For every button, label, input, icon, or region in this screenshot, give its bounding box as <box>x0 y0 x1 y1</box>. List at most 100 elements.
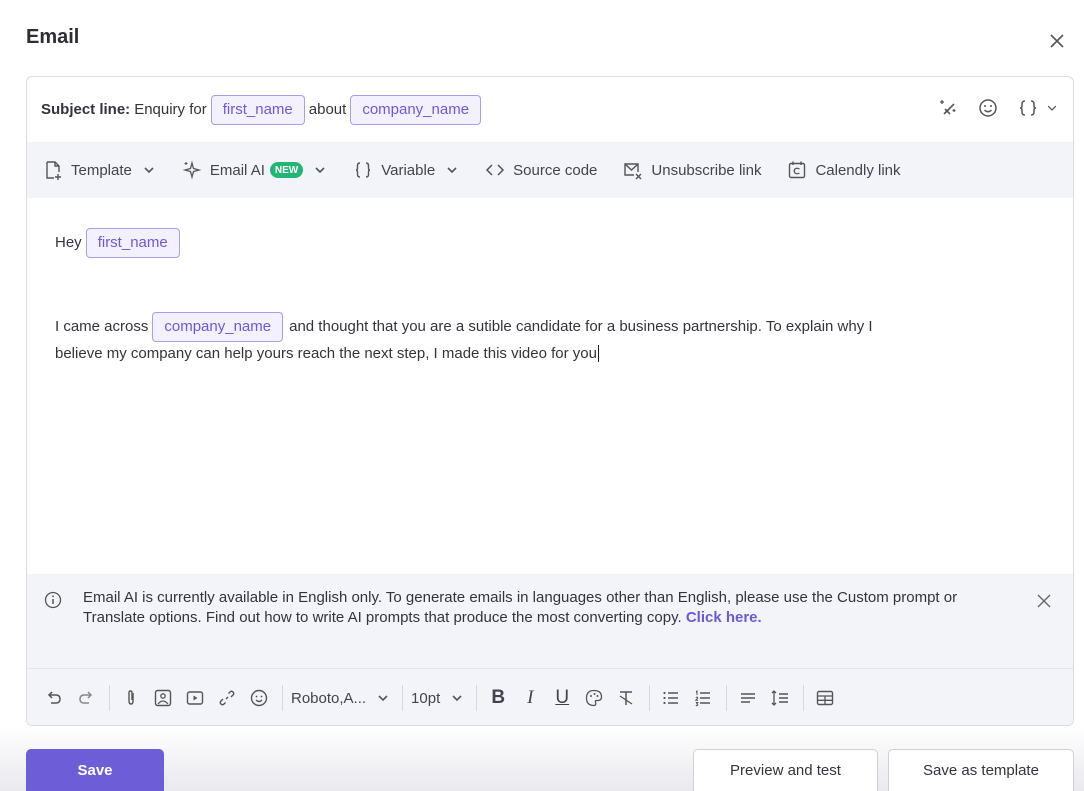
underline-button[interactable]: U <box>549 683 575 713</box>
link-icon <box>219 690 235 706</box>
italic-button[interactable]: I <box>517 683 543 713</box>
table-icon <box>817 690 834 706</box>
numbered-list-button[interactable] <box>690 683 716 713</box>
close-dialog-button[interactable] <box>1040 26 1074 56</box>
close-icon <box>1037 594 1051 608</box>
calendly-label: Calendly link <box>815 161 901 179</box>
toolbar-divider <box>109 685 110 711</box>
underline-label: U <box>555 687 570 708</box>
bold-button[interactable]: B <box>485 683 511 713</box>
save-as-template-button[interactable]: Save as template <box>888 749 1074 791</box>
align-left-icon <box>741 693 756 703</box>
banner-text: Email AI is currently available in Engli… <box>83 589 958 626</box>
subject-variable-company-name[interactable]: company_name <box>350 94 482 125</box>
insert-table-button[interactable] <box>812 683 838 713</box>
braces-icon <box>1019 100 1037 116</box>
greeting-line: Hey first_name <box>55 228 1045 258</box>
source-code-button[interactable]: Source code <box>485 160 597 180</box>
line1-text-before: I came across <box>55 318 149 335</box>
subject-text-before: Enquiry for <box>134 101 207 118</box>
chevron-down-icon <box>315 167 325 174</box>
calendly-link-button[interactable]: Calendly link <box>787 160 901 180</box>
clear-format-button[interactable] <box>613 683 639 713</box>
line-height-button[interactable] <box>767 683 793 713</box>
email-dialog: Email Subject line: Enquiry for first_na… <box>0 0 1084 791</box>
redo-icon <box>79 691 93 704</box>
video-icon <box>186 691 204 705</box>
align-button[interactable] <box>735 683 761 713</box>
image-icon <box>154 689 172 707</box>
bullet-list-button[interactable] <box>658 683 684 713</box>
email-ai-dropdown[interactable]: Email AI NEW <box>182 160 327 180</box>
emoji-icon <box>250 689 268 707</box>
sparkle-icon <box>182 160 202 180</box>
font-family-value: Roboto,A... <box>291 689 367 707</box>
chevron-down-icon <box>1047 105 1057 111</box>
close-icon <box>1050 34 1064 48</box>
paragraph-line-2: believe my company can help yours reach … <box>55 342 1045 366</box>
numbered-list-icon <box>694 690 711 707</box>
italic-label: I <box>527 687 534 708</box>
banner-close-button[interactable] <box>1033 590 1055 612</box>
subject-variable-button[interactable] <box>1017 97 1059 119</box>
text-color-button[interactable] <box>581 683 607 713</box>
insert-video-button[interactable] <box>182 683 208 713</box>
toolbar-divider <box>726 685 728 711</box>
click-here-link[interactable]: Click here. <box>686 609 762 626</box>
bullet-list-icon <box>663 691 679 705</box>
toolbar-divider <box>803 685 805 711</box>
font-family-select[interactable]: Roboto,A... <box>291 690 390 707</box>
undo-button[interactable] <box>41 683 67 713</box>
variable-dropdown[interactable]: Variable <box>353 160 459 180</box>
undo-icon <box>47 691 61 704</box>
insert-link-button[interactable] <box>214 683 240 713</box>
preview-and-test-button[interactable]: Preview and test <box>693 749 878 791</box>
email-body[interactable]: Hey first_name I came across company_nam… <box>27 198 1073 574</box>
toolbar-divider <box>649 685 651 711</box>
source-code-label: Source code <box>513 161 598 179</box>
template-dropdown[interactable]: Template <box>43 160 156 180</box>
clear-format-icon <box>619 691 633 705</box>
palette-icon <box>586 689 603 707</box>
calendar-icon <box>789 161 806 179</box>
chevron-down-icon <box>378 695 388 702</box>
subject-line[interactable]: Subject line: Enquiry for first_name abo… <box>27 77 1073 142</box>
body-variable-first-name[interactable]: first_name <box>85 228 180 258</box>
subject-text-middle: about <box>308 101 347 118</box>
body-variable-company-name[interactable]: company_name <box>152 312 284 342</box>
toolbar-divider <box>476 685 478 711</box>
chevron-down-icon <box>447 167 457 174</box>
line2-text: believe my company can help yours reach … <box>55 345 599 362</box>
bold-label: B <box>491 687 506 708</box>
attach-button[interactable] <box>118 683 144 713</box>
ai-subject-button[interactable] <box>937 97 959 119</box>
subject-variable-first-name[interactable]: first_name <box>210 94 305 125</box>
toolbar-divider <box>282 685 283 711</box>
font-size-select[interactable]: 10pt <box>411 690 464 707</box>
line-height-icon <box>771 690 789 706</box>
chevron-down-icon <box>144 167 154 174</box>
emoji-button[interactable] <box>977 97 999 119</box>
line1-text-after: and thought that you are a sutible candi… <box>289 318 873 335</box>
editor-toolbar: Template Email AI NEW Variable Source co… <box>27 142 1073 198</box>
email-editor: Subject line: Enquiry for first_name abo… <box>26 76 1074 726</box>
chevron-down-icon <box>452 695 462 702</box>
template-icon <box>46 161 61 180</box>
banner-message: Email AI is currently available in Engli… <box>83 588 1003 668</box>
save-button[interactable]: Save <box>26 749 164 791</box>
toolbar-divider <box>402 685 404 711</box>
braces-icon <box>356 162 371 178</box>
redo-button[interactable] <box>73 683 99 713</box>
unsubscribe-link-button[interactable]: Unsubscribe link <box>623 160 761 180</box>
mail-x-icon <box>624 163 642 180</box>
variable-label: Variable <box>381 161 436 179</box>
insert-image-button[interactable] <box>150 683 176 713</box>
insert-emoji-button[interactable] <box>246 683 272 713</box>
magic-wand-icon <box>940 100 956 115</box>
info-icon <box>44 591 62 609</box>
new-badge: NEW <box>269 162 304 178</box>
emoji-icon <box>979 99 997 117</box>
subject-label: Subject line: <box>41 101 131 118</box>
paragraph-line-1: I came across company_name and thought t… <box>55 312 1045 342</box>
template-label: Template <box>71 161 132 179</box>
